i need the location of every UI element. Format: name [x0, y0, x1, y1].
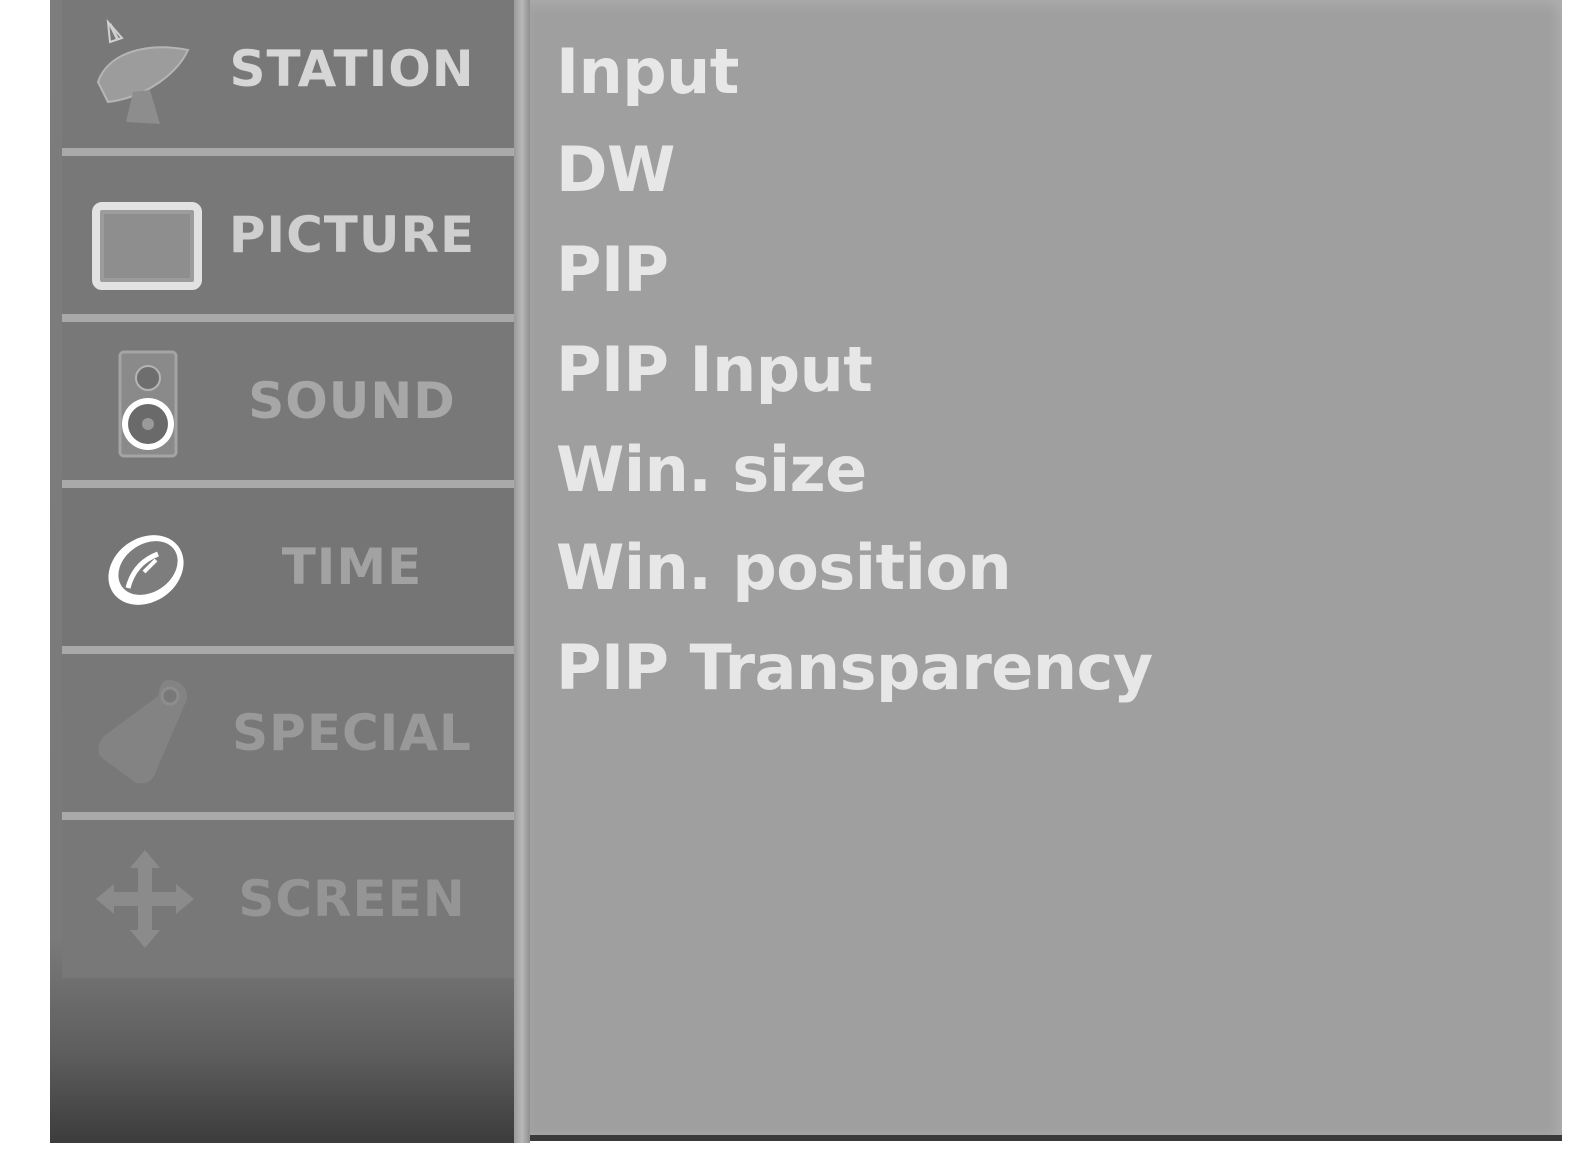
- menu-item-label: PICTURE: [228, 206, 476, 264]
- clock-icon: [88, 510, 202, 624]
- tag-icon: [88, 676, 202, 790]
- submenu-item-pip-transparency[interactable]: PIP Transparency: [556, 618, 1153, 718]
- main-menu-sidebar: STATION PICTURE SOUND TIME SPECIAL SCREE…: [50, 0, 530, 1143]
- panel-divider: [514, 0, 530, 1143]
- submenu-item-win-position[interactable]: Win. position: [556, 518, 1012, 618]
- submenu-item-pip[interactable]: PIP: [556, 220, 669, 320]
- menu-item-time[interactable]: TIME: [62, 488, 514, 654]
- menu-item-sound[interactable]: SOUND: [62, 322, 514, 488]
- move-arrows-icon: [88, 842, 202, 956]
- submenu-item-dw[interactable]: DW: [556, 120, 675, 220]
- menu-item-label: SOUND: [248, 372, 456, 430]
- submenu-item-win-size[interactable]: Win. size: [556, 420, 867, 520]
- submenu-item-input[interactable]: Input: [556, 22, 739, 122]
- submenu-item-pip-input[interactable]: PIP Input: [556, 320, 873, 420]
- menu-item-label: SCREEN: [238, 870, 466, 928]
- submenu-panel: Input DW PIP PIP Input Win. size Win. po…: [530, 0, 1562, 1141]
- osd-menu: STATION PICTURE SOUND TIME SPECIAL SCREE…: [50, 0, 1562, 1143]
- menu-item-station[interactable]: STATION: [62, 0, 514, 156]
- speaker-icon: [88, 344, 202, 458]
- menu-item-special[interactable]: SPECIAL: [62, 654, 514, 820]
- menu-item-label: TIME: [281, 538, 423, 596]
- satellite-dish-icon: [88, 12, 202, 126]
- menu-item-picture[interactable]: PICTURE: [62, 156, 514, 322]
- menu-item-screen[interactable]: SCREEN: [62, 820, 514, 978]
- menu-item-label: STATION: [229, 40, 475, 98]
- menu-item-label: SPECIAL: [232, 704, 472, 762]
- monitor-icon: [88, 178, 202, 292]
